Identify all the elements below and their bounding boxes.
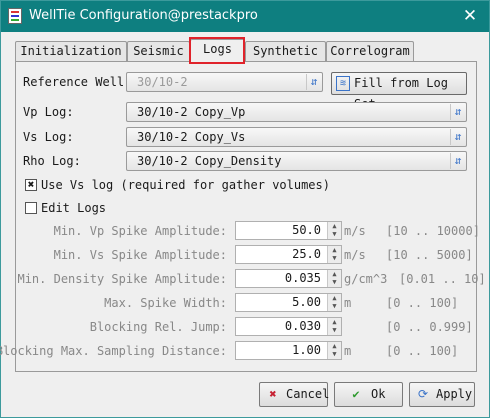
max-spike-width-spinbox[interactable]: 5.00 ▲ ▼ [235, 293, 342, 312]
sort-icon[interactable]: ⇵ [450, 104, 465, 120]
sort-icon[interactable]: ⇵ [450, 153, 465, 169]
use-vs-checkbox[interactable]: ✖ [25, 179, 37, 191]
vp-log-label: Vp Log: [23, 105, 74, 119]
param-label: Min. Density Spike Amplitude: [17, 272, 227, 286]
spin-arrows-icon[interactable]: ▲ ▼ [327, 318, 341, 335]
sort-icon[interactable]: ⇵ [450, 129, 465, 145]
use-vs-label: Use Vs log (required for gather volumes) [41, 178, 330, 192]
ok-label: Ok [371, 387, 386, 401]
reference-well-value: 30/10-2 [137, 75, 188, 89]
tab-correlogram[interactable]: Correlogram [326, 41, 414, 62]
reference-well-select: 30/10-2 ⇵ [126, 72, 323, 92]
close-icon[interactable]: ✕ [455, 3, 485, 29]
param-unit: m/s [344, 248, 366, 262]
fill-from-log-set-button[interactable]: ≋ Fill from Log Set [331, 72, 467, 111]
window-title: WellTie Configuration@prestackpro [29, 8, 258, 23]
param-range: [0 .. 100] [386, 296, 459, 310]
cancel-button[interactable]: ✖ Cancel [259, 382, 330, 407]
rho-log-select[interactable]: 30/10-2 Copy_Density ⇵ [126, 151, 467, 171]
active-tab-highlight [189, 37, 245, 64]
cancel-icon: ✖ [269, 387, 277, 401]
app-icon [8, 8, 22, 24]
param-unit: g/cm^3 [344, 272, 388, 286]
reference-well-label: Reference Well: [23, 75, 132, 89]
tab-synthetic[interactable]: Synthetic [245, 41, 326, 62]
apply-icon: ⟳ [417, 387, 429, 401]
edit-logs-label: Edit Logs [41, 201, 107, 215]
ok-button[interactable]: ✔ Ok [334, 382, 403, 407]
edit-logs-checkbox[interactable] [25, 202, 37, 214]
rho-log-value: 30/10-2 Copy_Density [137, 154, 282, 168]
param-value: 0.030 [284, 319, 321, 333]
param-value: 1.00 [292, 343, 321, 357]
vp-log-value: 30/10-2 Copy_Vp [137, 105, 246, 119]
param-value: 5.00 [292, 295, 321, 309]
param-unit: m [344, 296, 352, 310]
spin-arrows-icon[interactable]: ▲ ▼ [327, 270, 341, 287]
spin-arrows-icon[interactable]: ▲ ▼ [327, 246, 341, 263]
density-spike-amplitude-spinbox[interactable]: 0.035 ▲ ▼ [235, 269, 342, 288]
vs-spike-amplitude-spinbox[interactable]: 25.0 ▲ ▼ [235, 245, 342, 264]
tab-seismic[interactable]: Seismic [127, 41, 190, 62]
apply-label: Apply [436, 387, 473, 401]
check-icon: ✔ [352, 387, 360, 401]
param-range: [0 .. 0.999] [386, 320, 473, 334]
vs-log-value: 30/10-2 Copy_Vs [137, 130, 246, 144]
param-value: 25.0 [292, 247, 321, 261]
param-unit: m/s [344, 224, 366, 238]
param-range: [0.01 .. 10] [399, 272, 486, 286]
param-range: [10 .. 5000] [386, 248, 473, 262]
blocking-rel-jump-spinbox[interactable]: 0.030 ▲ ▼ [235, 317, 342, 336]
cancel-label: Cancel [286, 387, 330, 401]
tab-initialization[interactable]: Initialization [15, 41, 127, 62]
param-label: Blocking Rel. Jump: [89, 320, 227, 334]
vp-log-select[interactable]: 30/10-2 Copy_Vp ⇵ [126, 102, 467, 122]
spin-arrows-icon[interactable]: ▲ ▼ [327, 222, 341, 239]
param-label: Blocking Max. Sampling Distance: [0, 344, 227, 358]
title-bar[interactable]: WellTie Configuration@prestackpro ✕ [1, 1, 489, 32]
param-label: Min. Vs Spike Amplitude: [53, 248, 227, 262]
dialog-window: WellTie Configuration@prestackpro ✕ Init… [0, 0, 490, 418]
log-set-icon: ≋ [336, 76, 350, 91]
vp-spike-amplitude-spinbox[interactable]: 50.0 ▲ ▼ [235, 221, 342, 240]
param-value: 0.035 [284, 271, 321, 285]
param-range: [0 .. 100] [386, 344, 459, 358]
spin-arrows-icon[interactable]: ▲ ▼ [327, 294, 341, 311]
rho-log-label: Rho Log: [23, 154, 81, 168]
param-unit: m [344, 344, 352, 358]
param-value: 50.0 [292, 223, 321, 237]
blocking-max-sampling-distance-spinbox[interactable]: 1.00 ▲ ▼ [235, 341, 342, 360]
vs-log-select[interactable]: 30/10-2 Copy_Vs ⇵ [126, 127, 467, 147]
vs-log-label: Vs Log: [23, 130, 74, 144]
sort-icon: ⇵ [306, 74, 321, 90]
apply-button[interactable]: ⟳ Apply [409, 382, 475, 407]
param-label: Max. Spike Width: [104, 296, 227, 310]
param-label: Min. Vp Spike Amplitude: [53, 224, 227, 238]
param-range: [10 .. 10000] [386, 224, 480, 238]
spin-arrows-icon[interactable]: ▲ ▼ [327, 342, 341, 359]
